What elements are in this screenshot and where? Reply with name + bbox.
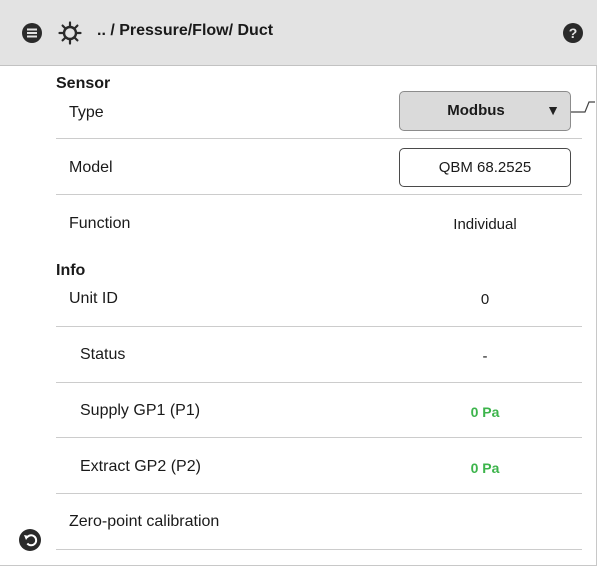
- unit-id-label: Unit ID: [69, 290, 118, 307]
- info-section-title: Info: [56, 262, 86, 279]
- sensor-section-title: Sensor: [56, 75, 111, 92]
- back-icon[interactable]: [19, 529, 41, 556]
- menu-icon[interactable]: [22, 23, 42, 48]
- status-value: -: [482, 348, 488, 365]
- model-label: Model: [69, 159, 113, 176]
- type-dropdown[interactable]: Modbus ▼: [399, 91, 571, 131]
- divider: [56, 493, 582, 494]
- unit-id-value: 0: [480, 291, 490, 308]
- supply-gp1-value: 0 Pa: [470, 404, 500, 420]
- connector-line: [571, 101, 595, 113]
- divider: [56, 382, 582, 383]
- function-label: Function: [69, 215, 131, 232]
- type-label: Type: [69, 104, 104, 121]
- divider: [56, 437, 582, 438]
- model-value: QBM 68.2525: [438, 159, 532, 176]
- divider: [56, 138, 582, 139]
- zero-point-calibration-item[interactable]: Zero-point calibration: [69, 513, 219, 531]
- breadcrumb[interactable]: .. / Pressure/Flow/ Duct: [97, 22, 273, 40]
- supply-gp1-label: Supply GP1 (P1): [80, 402, 201, 419]
- type-dropdown-value: Modbus: [447, 102, 505, 119]
- dropdown-arrow-icon: ▼: [546, 102, 560, 118]
- divider: [56, 549, 582, 550]
- function-value: Individual: [453, 216, 517, 233]
- extract-gp2-value: 0 Pa: [470, 460, 500, 476]
- divider: [56, 326, 582, 327]
- model-field[interactable]: QBM 68.2525: [399, 148, 571, 187]
- header-bar: .. / Pressure/Flow/ Duct ?: [0, 0, 597, 66]
- gear-icon[interactable]: [58, 21, 82, 50]
- status-label: Status: [80, 346, 126, 363]
- extract-gp2-label: Extract GP2 (P2): [80, 458, 201, 475]
- svg-text:?: ?: [569, 25, 578, 41]
- help-icon[interactable]: ?: [563, 23, 583, 48]
- divider: [56, 194, 582, 195]
